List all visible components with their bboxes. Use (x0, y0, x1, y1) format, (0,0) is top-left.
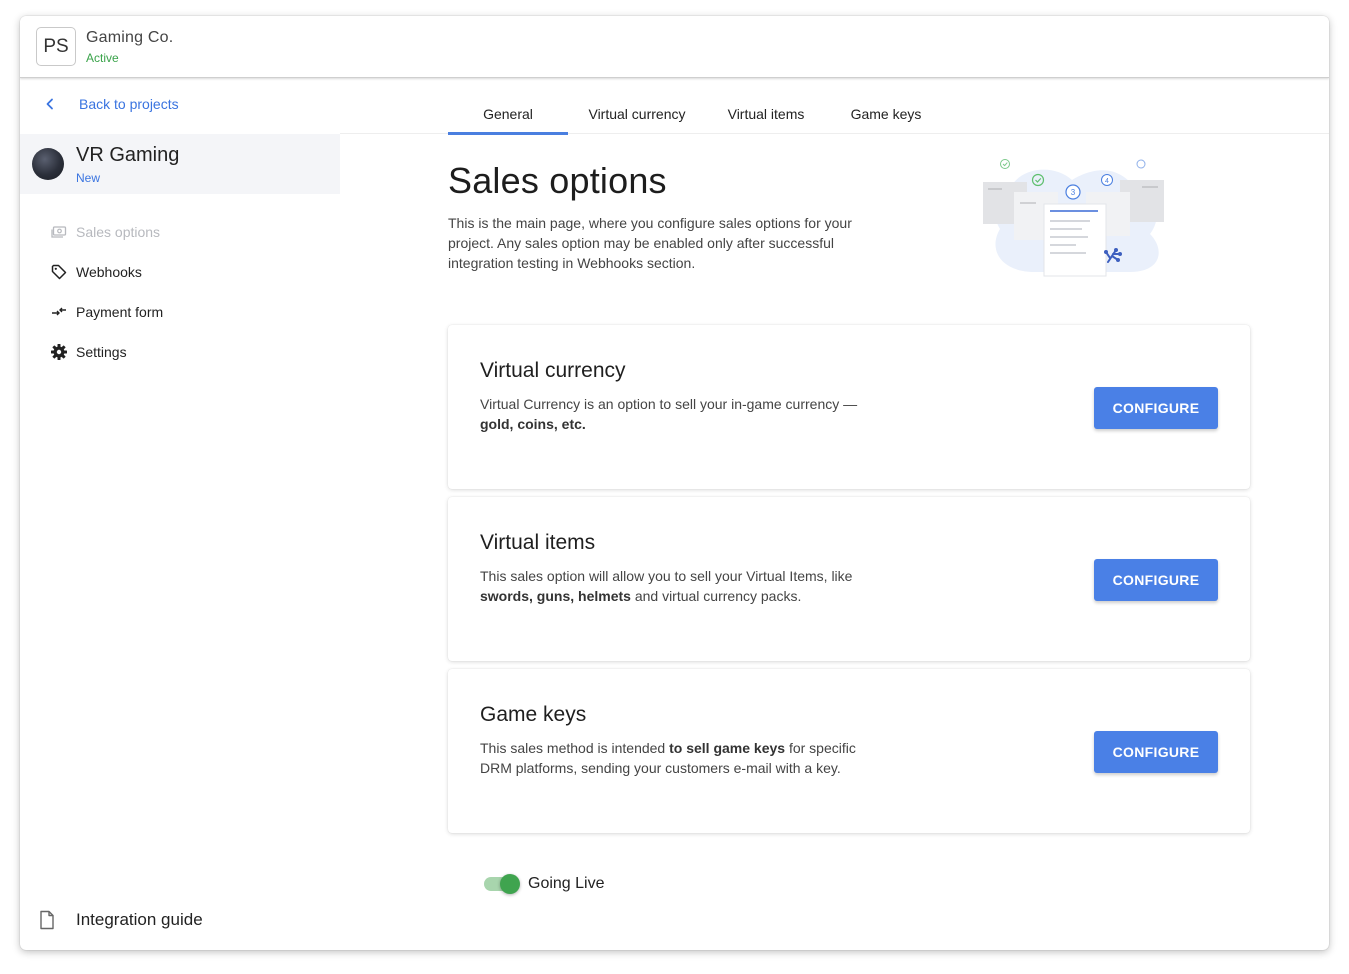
card-description-text: and virtual currency packs. (630, 588, 802, 604)
money-icon (50, 223, 68, 241)
gear-icon (50, 343, 68, 361)
going-live-row: Going Live (482, 874, 605, 894)
card-title: Virtual items (480, 531, 596, 554)
sidebar-item-label: Payment form (76, 304, 164, 320)
chevron-left-icon (46, 98, 53, 110)
sidebar-item-label: Settings (76, 344, 127, 360)
integration-guide-label: Integration guide (76, 910, 203, 929)
going-live-label: Going Live (528, 875, 605, 892)
document-icon (40, 910, 54, 930)
card-description: This sales option will allow you to sell… (480, 566, 870, 606)
company-name: Gaming Co. (86, 29, 174, 46)
sidebar-item-settings[interactable]: Settings (50, 332, 163, 372)
project-name: VR Gaming (76, 144, 180, 166)
virtual-items-card: Virtual items This sales option will all… (448, 497, 1250, 661)
card-description-highlight: swords, guns, helmets (480, 588, 631, 604)
sidebar-item-payment-form[interactable]: Payment form (50, 292, 163, 332)
tab-virtual-items[interactable]: Virtual items (706, 94, 826, 134)
illustration-step-3: 3 (1071, 188, 1076, 197)
top-bar: PS Gaming Co. Active (20, 16, 1329, 78)
configure-virtual-items-button[interactable]: CONFIGURE (1094, 559, 1218, 601)
card-description-text: This sales option will allow you to sell… (480, 568, 853, 584)
sidebar-item-webhooks[interactable]: Webhooks (50, 252, 163, 292)
company-status: Active (86, 51, 119, 65)
sales-options-illustration: 3 4 (983, 159, 1164, 277)
toggle-knob (500, 874, 520, 894)
card-title: Game keys (480, 703, 587, 726)
arrows-icon (50, 303, 68, 321)
card-description: Virtual Currency is an option to sell yo… (480, 394, 870, 434)
sidebar-nav: Sales options Webhooks Payment form Sett… (50, 212, 163, 372)
game-keys-card: Game keys This sales method is intended … (448, 669, 1250, 833)
project-avatar (32, 148, 64, 180)
app-window: PS Gaming Co. Active Back to projects VR… (20, 16, 1329, 950)
sidebar-item-label: Sales options (76, 224, 161, 240)
virtual-currency-card: Virtual currency Virtual Currency is an … (448, 325, 1250, 489)
tag-icon (50, 263, 68, 281)
sidebar-item-label: Webhooks (76, 264, 142, 280)
sidebar-item-sales-options[interactable]: Sales options (50, 212, 163, 252)
card-description-text: Virtual Currency is an option to sell yo… (480, 396, 858, 412)
page-description: This is the main page, where you configu… (448, 215, 852, 271)
card-description-highlight: gold, coins, etc. (480, 416, 586, 432)
page-title: Sales options (448, 160, 667, 201)
card-description: This sales method is intended to sell ga… (480, 738, 870, 778)
tab-virtual-currency[interactable]: Virtual currency (568, 94, 706, 134)
card-description-highlight: to sell game keys (669, 740, 786, 756)
going-live-toggle[interactable] (482, 874, 520, 894)
current-project[interactable]: VR Gaming New (20, 134, 340, 194)
card-title: Virtual currency (480, 359, 626, 382)
configure-virtual-currency-button[interactable]: CONFIGURE (1094, 387, 1218, 429)
project-status-badge: New (76, 171, 101, 185)
card-description-text: This sales method is intended (480, 740, 670, 756)
back-to-projects-label: Back to projects (79, 96, 179, 112)
illustration-step-4: 4 (1105, 178, 1109, 185)
integration-guide-link[interactable]: Integration guide (38, 910, 203, 930)
tab-bar: General Virtual currency Virtual items G… (448, 94, 946, 135)
tab-game-keys[interactable]: Game keys (826, 94, 946, 134)
tab-general[interactable]: General (448, 94, 568, 135)
back-to-projects-link[interactable]: Back to projects (44, 96, 179, 112)
company-avatar[interactable]: PS (36, 27, 76, 66)
configure-game-keys-button[interactable]: CONFIGURE (1094, 731, 1218, 773)
